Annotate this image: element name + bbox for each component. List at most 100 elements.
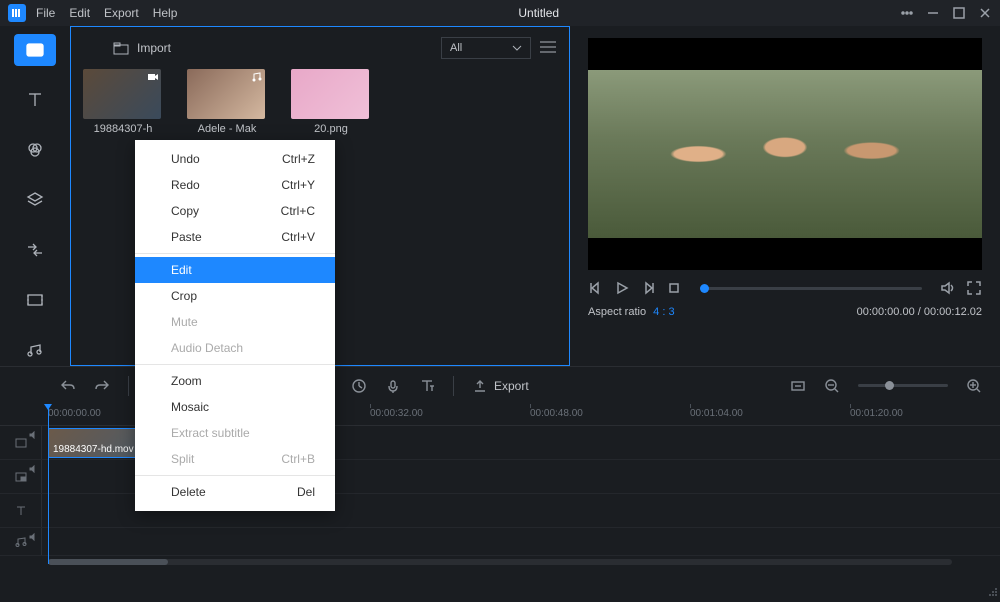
context-menu-item-edit[interactable]: Edit [135,257,335,283]
preview-frame [588,38,982,270]
rail-audio[interactable] [14,334,56,366]
fullscreen-icon[interactable] [966,280,982,296]
track-head-pip[interactable] [0,460,42,493]
clip-thumbnail [291,69,369,119]
chevron-down-icon [512,45,522,51]
preview-panel: Aspect ratio 4 : 3 00:00:00.00 / 00:00:1… [570,26,1000,366]
music-icon [14,535,28,549]
speaker-icon[interactable] [29,431,37,439]
import-button[interactable]: Import [113,41,171,55]
context-menu-item-mosaic[interactable]: Mosaic [135,394,335,420]
media-clip[interactable]: 20.png [291,69,371,135]
film-icon [14,436,28,450]
clip-name: 19884307-h [83,123,163,135]
context-menu-item-paste[interactable]: PasteCtrl+V [135,224,335,250]
filter-value: All [450,42,462,54]
filter-select[interactable]: All [441,37,531,59]
zoom-fit-button[interactable] [790,378,806,394]
import-icon [113,41,129,55]
menu-file[interactable]: File [36,6,55,20]
app-icon [8,4,26,22]
playhead[interactable] [48,404,49,564]
context-menu-item-crop[interactable]: Crop [135,283,335,309]
rail-text[interactable] [14,84,56,116]
context-menu-item-split: SplitCtrl+B [135,446,335,472]
zoom-in-button[interactable] [966,378,982,394]
view-list-icon[interactable] [539,40,557,57]
rail-elements[interactable] [14,284,56,316]
text-icon [14,504,28,518]
titlebar: File Edit Export Help Untitled [0,0,1000,26]
export-label: Export [494,379,529,393]
menu-export[interactable]: Export [104,6,139,20]
context-menu: UndoCtrl+ZRedoCtrl+YCopyCtrl+CPasteCtrl+… [135,140,335,511]
ruler-tick: 00:01:20.00 [850,408,903,419]
redo-button[interactable] [94,378,110,394]
rail-filters[interactable] [14,134,56,166]
undo-button[interactable] [60,378,76,394]
speaker-icon[interactable] [29,533,37,541]
zoom-out-button[interactable] [824,378,840,394]
play-icon[interactable] [614,280,630,296]
context-menu-item-redo[interactable]: RedoCtrl+Y [135,172,335,198]
timecode: 00:00:00.00 / 00:00:12.02 [857,306,982,318]
export-button[interactable]: Export [472,378,529,394]
context-menu-separator [135,475,335,476]
ruler-tick: 00:01:04.00 [690,408,743,419]
resize-grip[interactable] [986,585,998,600]
import-label: Import [137,41,171,55]
rail-media[interactable] [14,34,56,66]
aspect-ratio: Aspect ratio 4 : 3 [588,306,675,318]
left-rail [0,26,70,366]
speed-button[interactable] [351,378,367,394]
rail-overlays[interactable] [14,184,56,216]
prev-frame-icon[interactable] [588,280,604,296]
context-menu-separator [135,253,335,254]
track-head-audio[interactable] [0,528,42,555]
menu-help[interactable]: Help [153,6,178,20]
next-frame-icon[interactable] [640,280,656,296]
text-button[interactable] [419,378,435,394]
audio-badge-icon [251,71,263,83]
context-menu-separator [135,364,335,365]
aspect-ratio-value[interactable]: 4 : 3 [653,306,674,318]
clip-name: Adele - Mak [187,123,267,135]
ruler-tick: 00:00:32.00 [370,408,423,419]
context-menu-item-extract-subtitle: Extract subtitle [135,420,335,446]
menubar: File Edit Export Help [36,6,177,20]
minimize-icon[interactable] [926,6,940,20]
clip-name: 20.png [291,123,371,135]
track-head-text[interactable] [0,494,42,527]
pip-icon [14,470,28,484]
more-icon[interactable] [900,6,914,20]
window-title: Untitled [177,6,900,20]
menu-edit[interactable]: Edit [69,6,90,20]
media-clip[interactable]: Adele - Mak [187,69,267,135]
audio-button[interactable] [385,378,401,394]
stop-icon[interactable] [666,280,682,296]
preview-image [588,70,982,237]
video-badge-icon [147,71,159,83]
export-icon [472,378,488,394]
context-menu-item-copy[interactable]: CopyCtrl+C [135,198,335,224]
ruler-tick: 00:00:00.00 [48,408,101,419]
clip-thumbnail [83,69,161,119]
progress-bar[interactable] [700,287,922,290]
rail-transitions[interactable] [14,234,56,266]
volume-icon[interactable] [940,280,956,296]
media-clip[interactable]: 19884307-h [83,69,163,135]
maximize-icon[interactable] [952,6,966,20]
zoom-slider[interactable] [858,384,948,387]
speaker-icon[interactable] [29,465,37,473]
ruler-tick: 00:00:48.00 [530,408,583,419]
clip-thumbnail [187,69,265,119]
audio-track[interactable] [0,528,1000,556]
close-icon[interactable] [978,6,992,20]
context-menu-item-delete[interactable]: DeleteDel [135,479,335,505]
context-menu-item-zoom[interactable]: Zoom [135,368,335,394]
context-menu-item-undo[interactable]: UndoCtrl+Z [135,146,335,172]
horizontal-scrollbar[interactable] [0,556,1000,568]
context-menu-item-audio-detach: Audio Detach [135,335,335,361]
context-menu-item-mute: Mute [135,309,335,335]
track-head-video[interactable] [0,426,42,459]
